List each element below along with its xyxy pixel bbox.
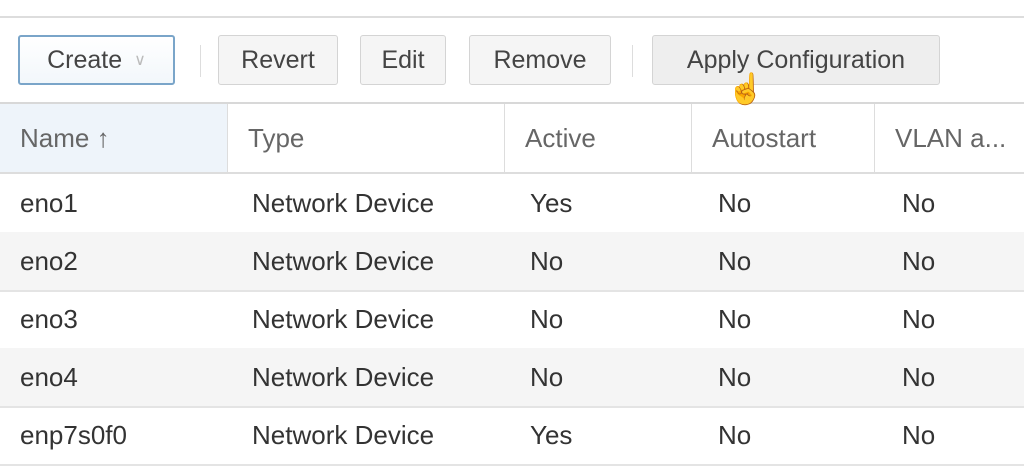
column-header-active[interactable]: Active [505, 104, 692, 172]
cell-active: Yes [530, 419, 573, 450]
toolbar: Create ∨ Revert Edit Remove Apply Configu… [0, 18, 1024, 104]
apply-configuration-button[interactable]: Apply Configuration [652, 35, 940, 85]
cell-type: Network Device [252, 303, 435, 334]
chevron-down-icon: ∨ [134, 52, 146, 69]
cell-name: eno4 [20, 361, 78, 392]
column-header-name[interactable]: Name ↑ [0, 104, 228, 172]
cell-vlan-aware: No [902, 361, 936, 392]
cell-type: Network Device [252, 419, 435, 450]
cell-type: Network Device [252, 361, 435, 392]
cell-vlan-aware: No [902, 303, 936, 334]
table-row[interactable]: eno4 Network Device No No No [0, 348, 1024, 408]
cell-type: Network Device [252, 187, 435, 218]
cell-name: eno1 [20, 187, 78, 218]
cell-vlan-aware: No [902, 187, 936, 218]
cell-autostart: No [718, 245, 752, 276]
table-header: Name ↑ Type Active Autostart VLAN a... [0, 104, 1024, 174]
column-header-autostart[interactable]: Autostart [692, 104, 875, 172]
remove-button[interactable]: Remove [469, 35, 611, 85]
table-row[interactable]: eno2 Network Device No No No [0, 232, 1024, 292]
separator [200, 45, 201, 77]
revert-button[interactable]: Revert [218, 35, 338, 85]
separator [632, 45, 633, 77]
cell-autostart: No [718, 303, 752, 334]
table-row[interactable]: enp7s0f0 Network Device Yes No No [0, 406, 1024, 466]
cell-active: No [530, 303, 564, 334]
cell-name: eno2 [20, 245, 78, 276]
hand-cursor-icon: ☝ [727, 73, 765, 106]
cell-name: eno3 [20, 303, 78, 334]
cell-vlan-aware: No [902, 419, 936, 450]
create-label: Create [47, 45, 123, 74]
cell-vlan-aware: No [902, 245, 936, 276]
create-button[interactable]: Create ∨ [18, 35, 175, 85]
table-row[interactable]: eno3 Network Device No No No [0, 290, 1024, 350]
cell-active: No [530, 361, 564, 392]
column-header-vlan-aware[interactable]: VLAN a... [875, 104, 1024, 172]
table-row[interactable]: eno1 Network Device Yes No No [0, 174, 1024, 234]
cell-autostart: No [718, 187, 752, 218]
cell-autostart: No [718, 361, 752, 392]
cell-active: No [530, 245, 564, 276]
edit-button[interactable]: Edit [360, 35, 446, 85]
cell-type: Network Device [252, 245, 435, 276]
cell-autostart: No [718, 419, 752, 450]
column-header-type[interactable]: Type [228, 104, 505, 172]
cell-active: Yes [530, 187, 573, 218]
cell-name: enp7s0f0 [20, 419, 127, 450]
